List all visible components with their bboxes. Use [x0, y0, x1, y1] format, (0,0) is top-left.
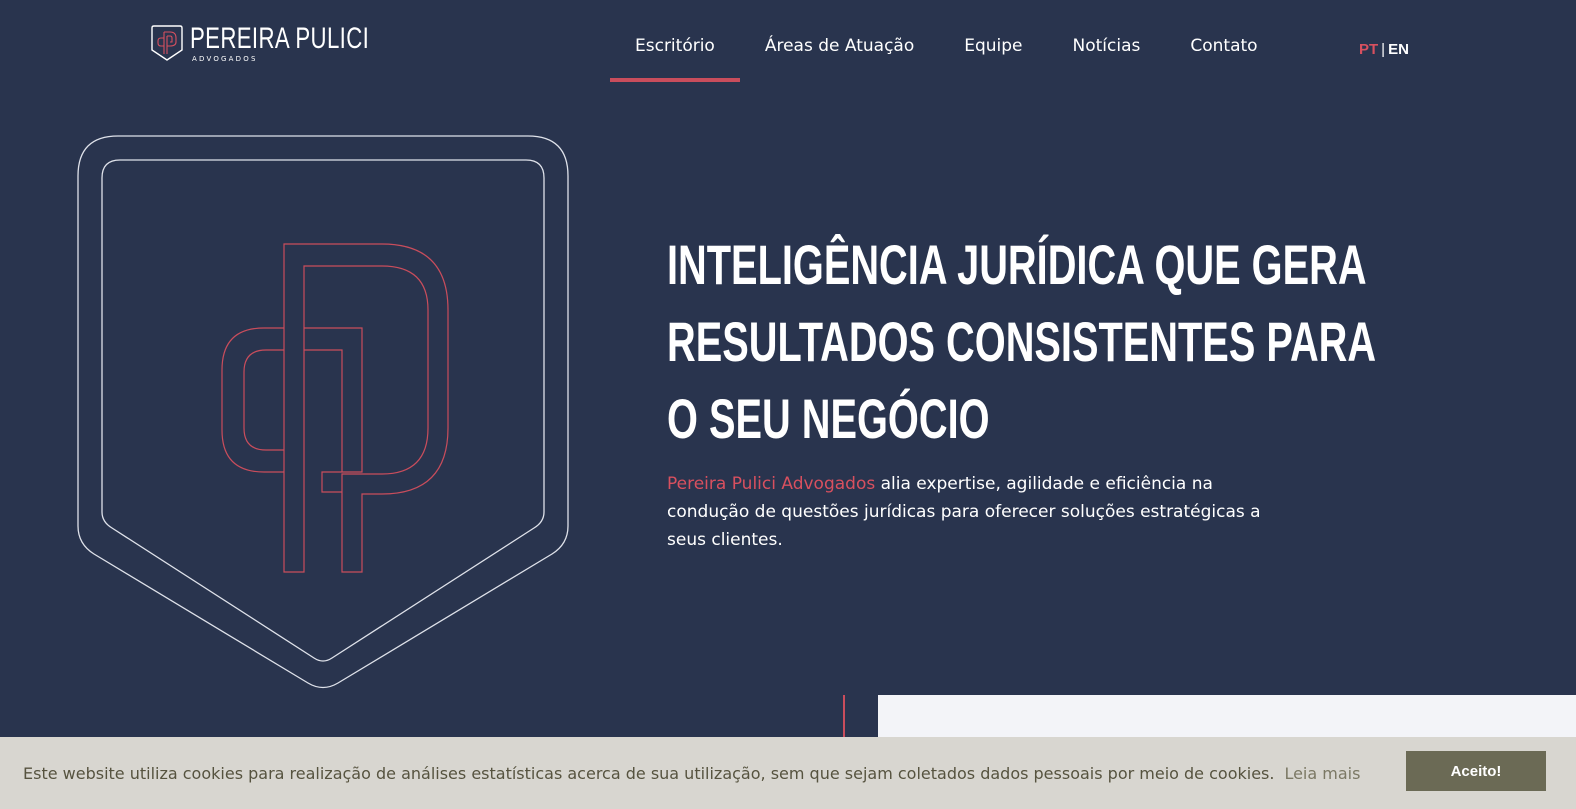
hero-title-line-2: RESULTADOS CONSISTENTES PARA — [667, 309, 1377, 373]
main-nav: Escritório Áreas de Atuação Equipe Notíc… — [610, 0, 1283, 82]
brand-subtitle: ADVOGADOS — [192, 55, 258, 63]
nav-item-equipe[interactable]: Equipe — [939, 0, 1047, 82]
pp-monogram-shield-icon — [151, 25, 183, 61]
language-switcher: PT | EN — [1359, 41, 1409, 58]
hero-brand-highlight: Pereira Pulici Advogados — [667, 474, 876, 494]
cookie-learn-more-link[interactable]: Leia mais — [1284, 764, 1360, 783]
nav-item-escritorio[interactable]: Escritório — [610, 0, 740, 82]
cookie-message: Este website utiliza cookies para realiz… — [23, 763, 1275, 783]
brand-logo[interactable]: PEREIRA PULICI ADVOGADOS — [150, 24, 432, 66]
pp-monogram-shield-icon — [77, 135, 569, 689]
nav-item-areas-de-atuacao[interactable]: Áreas de Atuação — [740, 0, 939, 82]
brand-name: PEREIRA PULICI — [190, 22, 370, 55]
hero-title: INTELIGÊNCIA JURÍDICA QUE GERA RESULTADO… — [667, 226, 1377, 457]
language-separator: | — [1381, 41, 1386, 58]
cookie-banner: Este website utiliza cookies para realiz… — [0, 737, 1576, 809]
nav-item-noticias[interactable]: Notícias — [1048, 0, 1166, 82]
hero-title-line-3: O SEU NEGÓCIO — [667, 386, 990, 450]
hero-title-line-1: INTELIGÊNCIA JURÍDICA QUE GERA — [667, 232, 1367, 296]
cookie-accept-button[interactable]: Aceito! — [1406, 751, 1546, 791]
language-pt[interactable]: PT — [1359, 41, 1378, 58]
hero-description: Pereira Pulici Advogados alia expertise,… — [667, 470, 1267, 554]
nav-item-contato[interactable]: Contato — [1165, 0, 1282, 82]
language-en[interactable]: EN — [1388, 41, 1409, 58]
